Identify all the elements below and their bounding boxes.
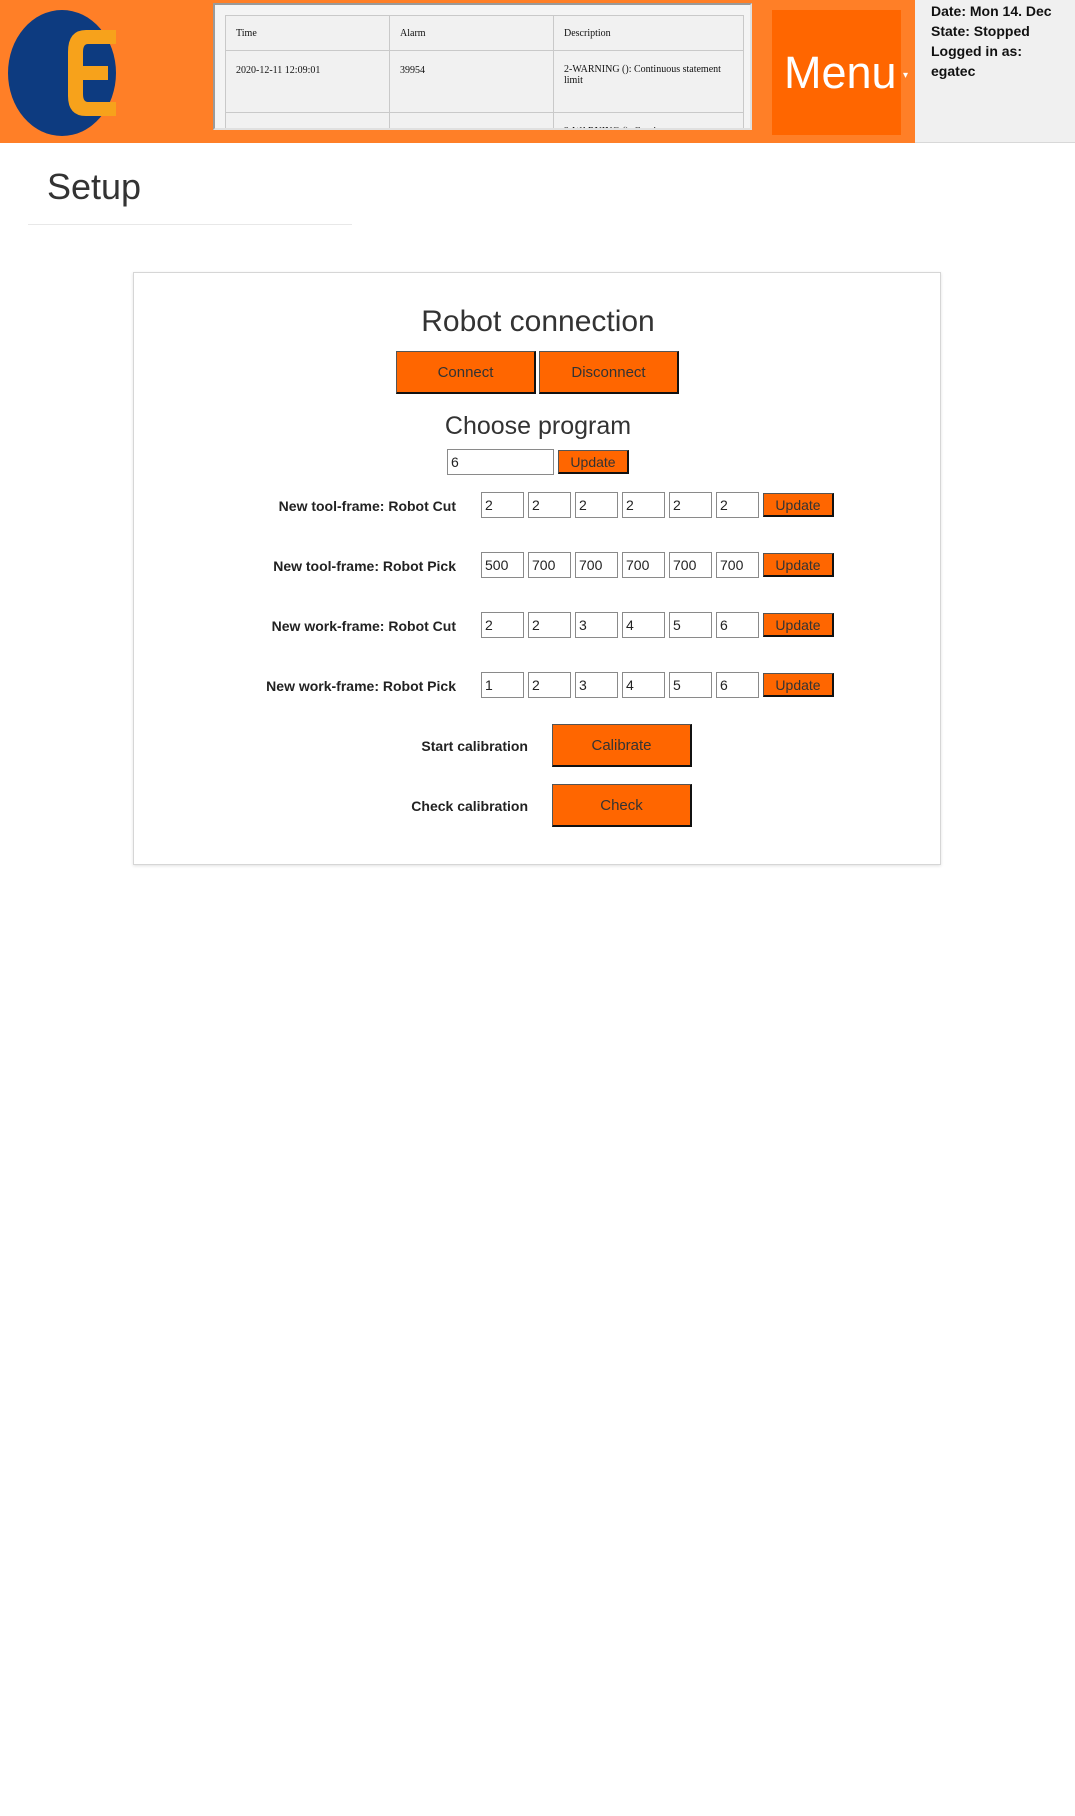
column-description: Description [553, 15, 744, 51]
tool-frame-pick-input-3[interactable]: 700 [575, 552, 618, 578]
alarm-code: 39954 [389, 50, 554, 113]
column-time: Time [225, 15, 390, 51]
date-label: Date: Mon 14. Dec [931, 3, 1052, 19]
tool-frame-cut-update-button[interactable]: Update [763, 493, 834, 517]
program-update-button[interactable]: Update [558, 450, 629, 474]
connect-button[interactable]: Connect [396, 351, 536, 394]
program-input[interactable]: 6 [447, 449, 554, 475]
work-frame-pick-input-5[interactable]: 5 [669, 672, 712, 698]
table-row: 2020-12-11 12:08:52 39954 2-WARNING (): … [225, 112, 744, 128]
work-frame-pick-update-button[interactable]: Update [763, 673, 834, 697]
calibrate-button[interactable]: Calibrate [552, 724, 692, 767]
top-header: Time Alarm Description 2020-12-11 12:09:… [0, 0, 1075, 143]
work-frame-pick-label: New work-frame: Robot Pick [266, 678, 456, 694]
tool-frame-pick-input-1[interactable]: 500 [481, 552, 524, 578]
tool-frame-cut-input-2[interactable]: 2 [528, 492, 571, 518]
menu-label: Menu [784, 46, 897, 98]
username: egatec [931, 63, 976, 79]
menu-button[interactable]: Menu [772, 10, 901, 135]
tool-frame-pick-input-2[interactable]: 700 [528, 552, 571, 578]
robot-connection-heading: Robot connection [421, 305, 655, 338]
work-frame-pick-input-3[interactable]: 3 [575, 672, 618, 698]
tool-frame-pick-input-4[interactable]: 700 [622, 552, 665, 578]
company-logo [8, 10, 116, 136]
work-frame-cut-input-5[interactable]: 5 [669, 612, 712, 638]
alarm-table: Time Alarm Description 2020-12-11 12:09:… [225, 15, 744, 128]
work-frame-pick-input-4[interactable]: 4 [622, 672, 665, 698]
tool-frame-cut-input-6[interactable]: 2 [716, 492, 759, 518]
work-frame-cut-input-1[interactable]: 2 [481, 612, 524, 638]
alarm-time: 2020-12-11 12:09:01 [225, 50, 390, 113]
work-frame-cut-label: New work-frame: Robot Cut [271, 618, 456, 634]
caret-down-icon[interactable]: ▾ [903, 70, 908, 81]
table-row: 2020-12-11 12:09:01 39954 2-WARNING (): … [225, 50, 744, 113]
tool-frame-cut-input-4[interactable]: 2 [622, 492, 665, 518]
logged-in-label: Logged in as: [931, 43, 1022, 59]
tool-frame-cut-input-5[interactable]: 2 [669, 492, 712, 518]
work-frame-cut-input-3[interactable]: 3 [575, 612, 618, 638]
alarm-description: 2-WARNING (): Continuous statement limit [553, 50, 744, 113]
work-frame-pick-input-1[interactable]: 1 [481, 672, 524, 698]
tool-frame-cut-input-1[interactable]: 2 [481, 492, 524, 518]
tool-frame-pick-input-5[interactable]: 700 [669, 552, 712, 578]
alarm-table-header: Time Alarm Description [225, 15, 744, 51]
tool-frame-pick-label: New tool-frame: Robot Pick [273, 558, 456, 574]
alarm-description: 2-WARNING (): Continuous statement limit [553, 112, 744, 128]
disconnect-button[interactable]: Disconnect [539, 351, 679, 394]
alarm-time: 2020-12-11 12:08:52 [225, 112, 390, 128]
column-alarm: Alarm [389, 15, 554, 51]
work-frame-pick-input-2[interactable]: 2 [528, 672, 571, 698]
state-label: State: Stopped [931, 23, 1030, 39]
tool-frame-cut-input-3[interactable]: 2 [575, 492, 618, 518]
work-frame-pick-input-6[interactable]: 6 [716, 672, 759, 698]
work-frame-cut-update-button[interactable]: Update [763, 613, 834, 637]
choose-program-heading: Choose program [444, 412, 632, 440]
check-calibration-label: Check calibration [411, 798, 528, 814]
work-frame-cut-input-2[interactable]: 2 [528, 612, 571, 638]
work-frame-cut-input-4[interactable]: 4 [622, 612, 665, 638]
alarm-code: 39954 [389, 112, 554, 128]
page-title: Setup [47, 166, 142, 207]
tool-frame-cut-label: New tool-frame: Robot Cut [278, 498, 456, 514]
setup-panel: Robot connection Connect Disconnect Choo… [133, 272, 941, 865]
title-divider [28, 224, 352, 225]
check-button[interactable]: Check [552, 784, 692, 827]
alarm-log-panel[interactable]: Time Alarm Description 2020-12-11 12:09:… [213, 3, 752, 130]
tool-frame-pick-input-6[interactable]: 700 [716, 552, 759, 578]
start-calibration-label: Start calibration [421, 738, 528, 754]
work-frame-cut-input-6[interactable]: 6 [716, 612, 759, 638]
tool-frame-pick-update-button[interactable]: Update [763, 553, 834, 577]
